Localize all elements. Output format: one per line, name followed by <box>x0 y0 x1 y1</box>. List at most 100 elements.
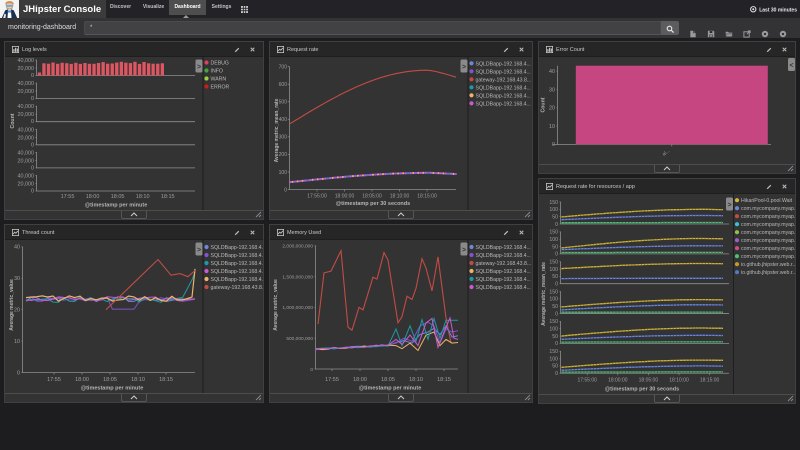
svg-text:40,000: 40,000 <box>18 104 35 110</box>
svg-text:SQLDBapp-192.168.4...: SQLDBapp-192.168.4... <box>476 61 531 67</box>
svg-text:SQLDBapp-192.168.4...: SQLDBapp-192.168.4... <box>211 277 264 283</box>
svg-text:18:10: 18:10 <box>131 377 145 383</box>
svg-text:150: 150 <box>549 289 558 295</box>
svg-text:0: 0 <box>31 189 34 195</box>
svg-text:700: 700 <box>279 64 288 70</box>
svg-text:20,000: 20,000 <box>18 135 35 141</box>
svg-text:SQLDBapp-192.168.4...: SQLDBapp-192.168.4... <box>476 93 531 99</box>
svg-text:100: 100 <box>549 267 558 273</box>
svg-text:40,000: 40,000 <box>18 81 35 87</box>
svg-text:1,000,000,000: 1,000,000,000 <box>282 305 313 311</box>
svg-text:100: 100 <box>549 297 558 303</box>
svg-text:@timestamp per minute: @timestamp per minute <box>81 386 144 392</box>
svg-text:SQLDBapp-192.168.4...: SQLDBapp-192.168.4... <box>476 245 531 251</box>
svg-text:17:55: 17:55 <box>325 377 339 383</box>
svg-text:150: 150 <box>549 349 558 355</box>
svg-text:17:55: 17:55 <box>61 194 75 200</box>
svg-text:0: 0 <box>31 73 34 79</box>
svg-text:gateway-192.168.43.8...: gateway-192.168.43.8... <box>476 261 532 267</box>
svg-text:18:05: 18:05 <box>111 194 125 200</box>
svg-text:150: 150 <box>549 260 558 266</box>
svg-text:50: 50 <box>552 214 558 220</box>
svg-text:20,000: 20,000 <box>18 89 35 95</box>
svg-text:SQLDBapp-192.168.4...: SQLDBapp-192.168.4... <box>476 101 531 107</box>
svg-text:50: 50 <box>552 304 558 310</box>
svg-text:<: < <box>789 63 793 70</box>
svg-text:io.github.jhipster.web.r...: io.github.jhipster.web.r... <box>741 262 795 268</box>
svg-text:600: 600 <box>279 82 288 88</box>
svg-text:0: 0 <box>555 222 558 228</box>
svg-text:SQLDBapp-192.168.4...: SQLDBapp-192.168.4... <box>211 253 264 259</box>
svg-text:com.mycompany.myap...: com.mycompany.myap... <box>741 214 795 220</box>
svg-text:io.github.jhipster.web.r...: io.github.jhipster.web.r... <box>741 270 795 276</box>
svg-text:gateway-192.168.43.8...: gateway-192.168.43.8... <box>211 285 264 291</box>
svg-text:>: > <box>462 247 466 254</box>
svg-text:18:05:00: 18:05:00 <box>362 194 382 200</box>
svg-text:>: > <box>462 64 466 71</box>
svg-text:SQLDBapp-192.168.4...: SQLDBapp-192.168.4... <box>476 277 531 283</box>
svg-text:0: 0 <box>31 119 34 125</box>
svg-text:17:55: 17:55 <box>47 377 61 383</box>
svg-text:SQLDBapp-192.168.4...: SQLDBapp-192.168.4... <box>476 269 531 275</box>
svg-text:20,000: 20,000 <box>18 66 35 72</box>
svg-text:20,000: 20,000 <box>18 182 35 188</box>
svg-text:18:05: 18:05 <box>103 377 117 383</box>
svg-text:30: 30 <box>549 87 555 93</box>
svg-text:SQLDBapp-192.168.4...: SQLDBapp-192.168.4... <box>476 69 531 75</box>
svg-text:HikariPool-0.pool.Wait: HikariPool-0.pool.Wait <box>741 198 793 204</box>
svg-text:SQLDBapp-192.168.4...: SQLDBapp-192.168.4... <box>476 285 531 291</box>
svg-text:0: 0 <box>555 341 558 347</box>
svg-text:0: 0 <box>555 311 558 317</box>
svg-text:Count: Count <box>541 97 547 112</box>
svg-text:18:15: 18:15 <box>161 194 175 200</box>
svg-text:40: 40 <box>14 245 20 251</box>
svg-text:0: 0 <box>31 96 34 102</box>
svg-text:DEBUG: DEBUG <box>211 61 229 67</box>
svg-text:18:10: 18:10 <box>409 377 423 383</box>
svg-text:40,000: 40,000 <box>18 127 35 133</box>
svg-text:18:00:00: 18:00:00 <box>335 194 355 200</box>
svg-text:@timestamp per minute: @timestamp per minute <box>85 203 148 209</box>
svg-text:150: 150 <box>549 230 558 236</box>
svg-text:18:10:00: 18:10:00 <box>390 194 410 200</box>
svg-text:0: 0 <box>310 367 313 373</box>
svg-text:SQLDBapp-192.168.4...: SQLDBapp-192.168.4... <box>476 85 531 91</box>
svg-text:100: 100 <box>549 207 558 213</box>
svg-text:18:00: 18:00 <box>86 194 100 200</box>
svg-text:18:10: 18:10 <box>136 194 150 200</box>
svg-text:150: 150 <box>549 319 558 325</box>
svg-text:50: 50 <box>552 244 558 250</box>
svg-text:50: 50 <box>552 364 558 370</box>
svg-text:0: 0 <box>555 371 558 377</box>
svg-text:@timestamp per 30 seconds: @timestamp per 30 seconds <box>336 201 410 207</box>
svg-text:18:15:00: 18:15:00 <box>417 194 437 200</box>
svg-text:40,000: 40,000 <box>18 58 35 64</box>
svg-text:INFO: INFO <box>211 69 223 75</box>
svg-text:com.mycompany.myap...: com.mycompany.myap... <box>741 238 795 244</box>
svg-text:0: 0 <box>31 165 34 171</box>
svg-text:com.mycompany.myap...: com.mycompany.myap... <box>741 206 795 212</box>
svg-text:18:00: 18:00 <box>353 377 367 383</box>
svg-text:com.mycompany.myap...: com.mycompany.myap... <box>741 246 795 252</box>
svg-text:0: 0 <box>31 142 34 148</box>
svg-text:@timestamp per 30 seconds: @timestamp per 30 seconds <box>605 387 679 393</box>
svg-text:al...: al... <box>661 148 671 158</box>
svg-text:18:15: 18:15 <box>437 377 451 383</box>
svg-text:Average metric_value: Average metric_value <box>273 279 279 331</box>
svg-text:18:05:00: 18:05:00 <box>639 378 659 384</box>
svg-text:SQLDBapp-192.168.4...: SQLDBapp-192.168.4... <box>211 261 264 267</box>
svg-text:0: 0 <box>552 142 555 148</box>
svg-text:>: > <box>197 64 201 71</box>
svg-text:17:55:00: 17:55:00 <box>307 194 327 200</box>
svg-text:20: 20 <box>549 106 555 112</box>
svg-text:1,500,000,000: 1,500,000,000 <box>282 274 313 280</box>
svg-text:Average metric_value: Average metric_value <box>9 279 15 331</box>
svg-text:SQLDBapp-192.168.4...: SQLDBapp-192.168.4... <box>211 269 264 275</box>
svg-text:18:15:00: 18:15:00 <box>700 378 720 384</box>
svg-text:100: 100 <box>279 170 288 176</box>
svg-text:18:05: 18:05 <box>381 377 395 383</box>
svg-text:0: 0 <box>284 187 287 193</box>
svg-text:18:00: 18:00 <box>75 377 89 383</box>
svg-text:40,000: 40,000 <box>18 150 35 156</box>
svg-text:50: 50 <box>552 334 558 340</box>
